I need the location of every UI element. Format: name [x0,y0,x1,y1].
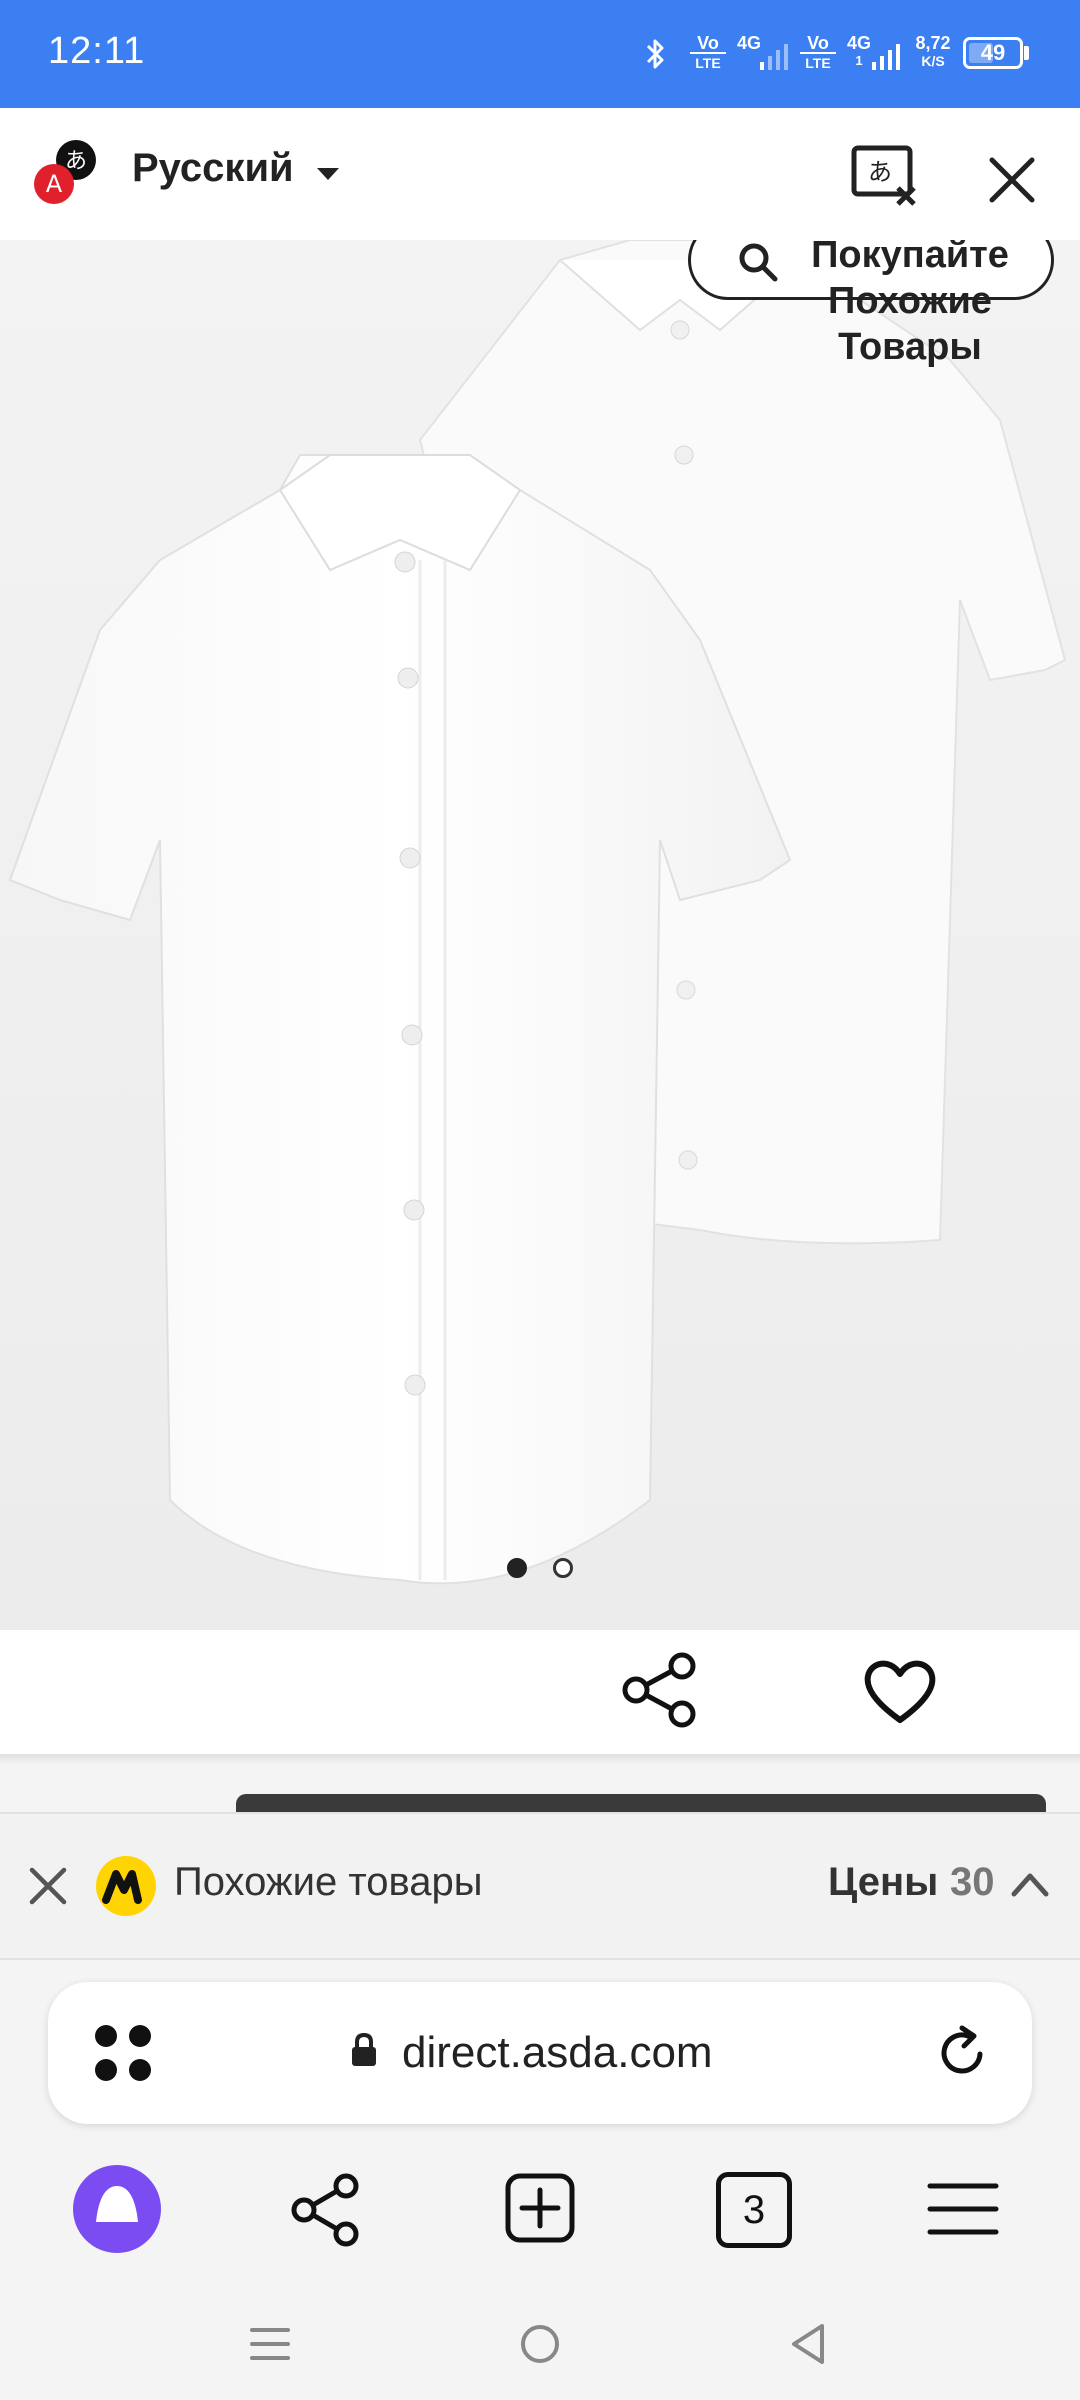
recent-apps-icon[interactable] [248,2322,292,2366]
gallery-dot-active[interactable] [507,1558,527,1578]
share-icon[interactable] [620,1652,700,1728]
yandex-market-logo-icon [96,1856,156,1916]
new-tab-icon[interactable] [504,2172,576,2244]
address-bar[interactable]: direct.asda.com [48,1982,1032,2124]
lock-icon [352,2032,376,2066]
share-page-icon[interactable] [290,2172,362,2248]
alice-assistant-icon[interactable] [72,2164,162,2254]
overlay-sheet-edge [236,1794,1046,1812]
battery-tip [1024,46,1029,60]
network-speed: 8,72 K/S [915,33,951,69]
svg-text:あ: あ [868,158,892,186]
url-text[interactable]: direct.asda.com [402,2028,713,2078]
status-time: 12:11 [48,30,146,72]
system-navigation-bar [0,2290,1080,2400]
chevron-up-icon[interactable] [1010,1870,1050,1898]
language-selector[interactable]: Русский [132,146,294,191]
svg-text:A: A [46,170,63,198]
volte-badge-2: Vo LTE [800,34,836,72]
battery-icon: 49 [963,37,1023,69]
close-similar-icon[interactable] [28,1866,68,1906]
services-grid-icon[interactable] [92,2022,156,2086]
product-action-bar [0,1630,1080,1754]
prices-label[interactable]: Цены [828,1860,938,1905]
gallery-dot[interactable] [553,1558,573,1578]
chevron-down-icon[interactable] [316,166,340,182]
translate-bar: あ A Русский あ [0,108,1080,242]
bluetooth-icon [646,39,664,69]
signal-strength-icon-1 [760,44,788,70]
similar-goods-bar[interactable]: Похожие товары Цены 30 [0,1812,1080,1960]
status-bar: 12:11 Vo LTE 4G Vo LTE 4G 1 8,72 K/S 49 [0,0,1080,108]
prices-count: 30 [950,1860,995,1904]
battery-level: 49 [980,40,1006,65]
back-icon[interactable] [786,2320,830,2368]
favorite-heart-icon[interactable] [862,1656,938,1726]
similar-goods-label[interactable]: Похожие товары [174,1860,483,1905]
translate-language-icon[interactable]: あ A [32,138,102,208]
product-image-gallery[interactable]: Покупайте Похожие Товары [0,240,1080,1630]
tabs-counter-icon[interactable]: 3 [716,2172,792,2248]
shop-similar-label[interactable]: Покупайте Похожие Товары [760,240,1060,370]
product-image[interactable] [0,240,1080,1630]
volte-badge-1: Vo LTE [690,34,726,72]
close-icon[interactable] [984,152,1040,208]
reload-icon[interactable] [934,2024,992,2082]
tabs-count: 3 [742,2188,766,2232]
menu-icon[interactable] [926,2180,1000,2238]
home-icon[interactable] [518,2322,562,2366]
divider [0,1754,1080,1764]
signal-strength-icon-2 [872,44,900,70]
hide-translation-icon[interactable]: あ [850,144,920,208]
